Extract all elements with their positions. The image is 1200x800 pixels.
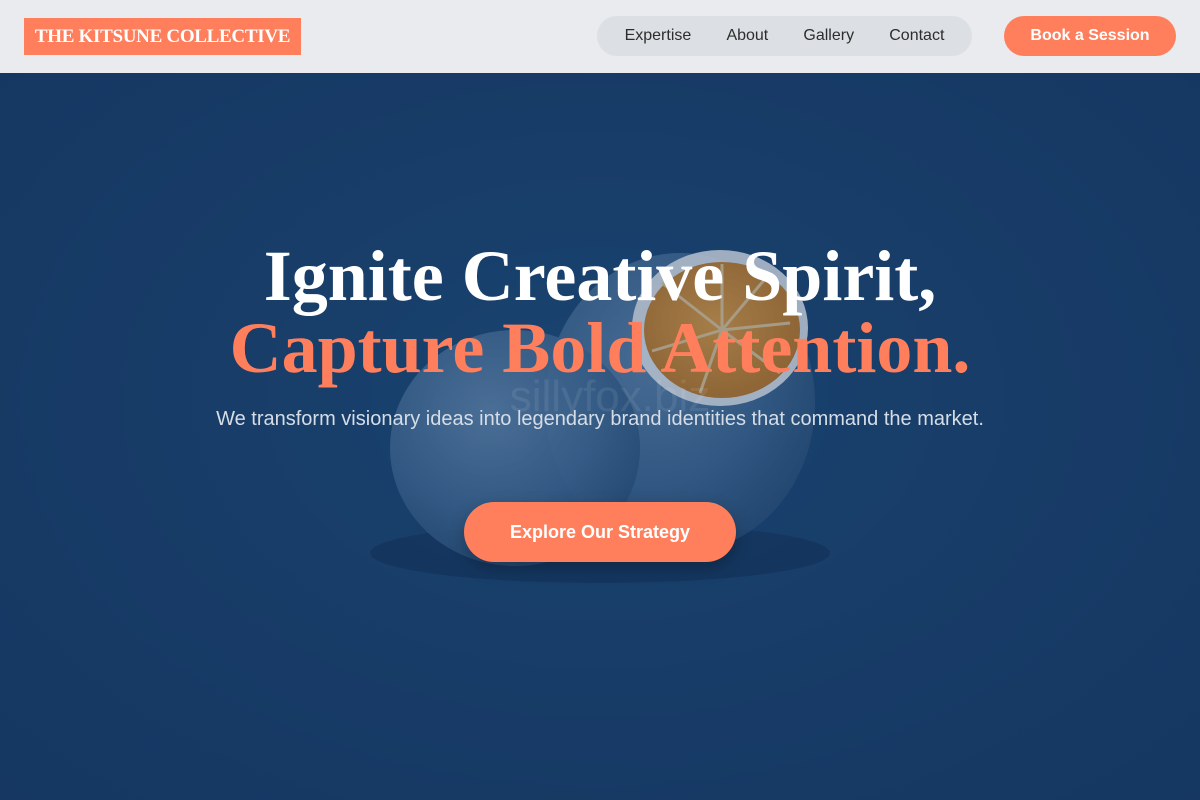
main-nav: Expertise About Gallery Contact <box>597 16 972 56</box>
nav-link-gallery[interactable]: Gallery <box>803 27 854 45</box>
hero-headline: Ignite Creative Spirit, Capture Bold Att… <box>0 240 1200 384</box>
nav-link-expertise[interactable]: Expertise <box>625 27 692 45</box>
explore-strategy-button[interactable]: Explore Our Strategy <box>464 502 736 562</box>
site-header: THE KITSUNE COLLECTIVE Expertise About G… <box>0 0 1200 73</box>
nav-link-contact[interactable]: Contact <box>889 27 944 45</box>
blue-painted-orange-icon: sillyfox.biz <box>0 73 1200 800</box>
site-logo[interactable]: THE KITSUNE COLLECTIVE <box>24 18 301 55</box>
headline-line-1: Ignite Creative Spirit, <box>263 236 937 316</box>
headline-line-2: Capture Bold Attention. <box>229 308 971 388</box>
hero-subtitle: We transform visionary ideas into legend… <box>216 408 984 430</box>
hero-section: sillyfox.biz Ignite Creative Spirit, Cap… <box>0 73 1200 800</box>
book-session-button[interactable]: Book a Session <box>1004 16 1176 56</box>
nav-link-about[interactable]: About <box>726 27 768 45</box>
